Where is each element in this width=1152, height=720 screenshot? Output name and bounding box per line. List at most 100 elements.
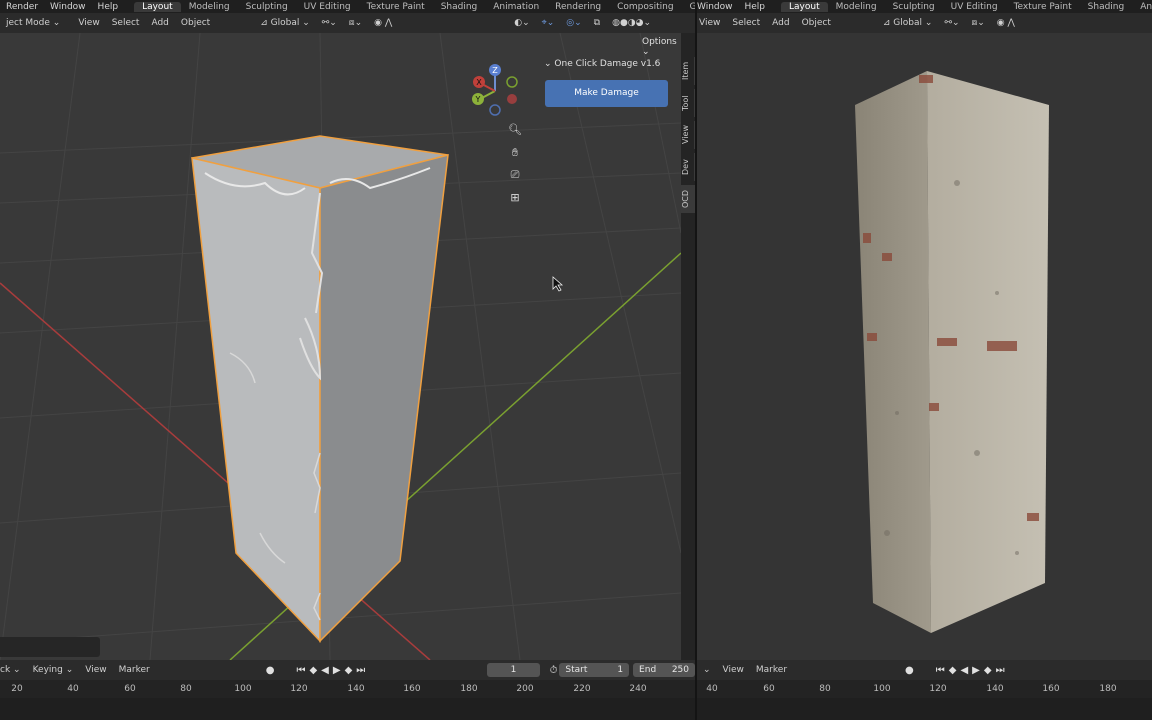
chevron-down-icon: ⌄: [544, 59, 552, 69]
menu-view[interactable]: View: [697, 18, 726, 28]
proportional-edit-icon[interactable]: ◉ ⋀: [368, 18, 398, 28]
left-3d-viewport[interactable]: Z Y X 🔍︎ ✋︎ ⎚ ⊞ Options ⌄ ⌄ One Click Da…: [0, 33, 681, 660]
chevron-down-icon[interactable]: ⌄: [697, 665, 717, 675]
workspace-tab-modeling[interactable]: Modeling: [181, 2, 238, 12]
menu-render[interactable]: Render: [0, 2, 44, 12]
right-top-bar: Window Help Layout Modeling Sculpting UV…: [697, 0, 1152, 13]
workspace-tab-modeling[interactable]: Modeling: [828, 2, 885, 12]
workspace-tab-shading[interactable]: Shading: [433, 2, 486, 12]
mode-dropdown[interactable]: ject Mode ⌄: [0, 18, 66, 28]
camera-icon[interactable]: ⎚: [505, 165, 525, 185]
tab-tool[interactable]: Tool: [681, 89, 695, 117]
frame-tick: 140: [347, 684, 365, 694]
start-value: 1: [617, 665, 624, 675]
menu-object[interactable]: Object: [175, 18, 216, 28]
workspace-tab-shading[interactable]: Shading: [1080, 2, 1133, 12]
snap-icon[interactable]: ⧈⌄: [966, 18, 991, 28]
workspace-tab-layout[interactable]: Layout: [781, 1, 828, 12]
menu-add[interactable]: Add: [766, 18, 795, 28]
workspace-tab-layout[interactable]: Layout: [134, 1, 181, 12]
menu-select[interactable]: Select: [106, 18, 146, 28]
tab-dev[interactable]: Dev: [681, 153, 695, 181]
left-status-bar: [0, 698, 695, 720]
menu-view[interactable]: View: [79, 665, 112, 675]
right-viewport-header: View Select Add Object ⊿ Global ⌄ ⚯⌄ ⧈⌄ …: [697, 13, 1152, 33]
start-frame-field[interactable]: Start 1: [559, 663, 630, 677]
proportional-edit-icon[interactable]: ◉ ⋀: [991, 18, 1021, 28]
menu-window[interactable]: Window: [697, 2, 739, 12]
menu-help[interactable]: Help: [92, 2, 125, 12]
menu-view[interactable]: View: [717, 665, 750, 675]
gizmo-z-label: Z: [492, 66, 498, 75]
jump-start-icon[interactable]: ⏮: [294, 665, 307, 676]
workspace-tab-compositing[interactable]: Compositing: [609, 2, 681, 12]
menu-select[interactable]: Select: [726, 18, 766, 28]
perspective-grid-icon[interactable]: ⊞: [505, 188, 525, 208]
tab-ocd[interactable]: OCD: [681, 185, 695, 213]
workspace-tab-texture-paint[interactable]: Texture Paint: [1006, 2, 1080, 12]
overlays-icon[interactable]: ◎⌄: [560, 18, 587, 28]
orientation-label: Global: [893, 18, 923, 28]
record-icon[interactable]: ●: [264, 665, 277, 676]
workspace-tab-animation[interactable]: Animation: [1132, 2, 1152, 12]
left-timeline-header: ck ⌄ Keying ⌄ View Marker ● ⏮ ◆ ◀ ▶ ◆ ⏭ …: [0, 660, 695, 680]
shading-modes-icon[interactable]: ◍●◑◕⌄: [606, 18, 657, 28]
tab-item[interactable]: Item: [681, 57, 695, 85]
menu-object[interactable]: Object: [796, 18, 837, 28]
transform-orientation-dropdown[interactable]: ⊿ Global ⌄: [254, 18, 316, 28]
next-keyframe-icon[interactable]: ◆: [343, 665, 355, 676]
make-damage-button[interactable]: Make Damage: [545, 80, 668, 107]
prev-keyframe-icon[interactable]: ◆: [307, 665, 319, 676]
last-operator-panel[interactable]: [0, 637, 100, 657]
workspace-tab-sculpting[interactable]: Sculpting: [885, 2, 943, 12]
orientation-icon: ⊿: [882, 18, 891, 28]
menu-help[interactable]: Help: [739, 2, 772, 12]
menu-window[interactable]: Window: [44, 2, 92, 12]
workspace-tab-uv-editing[interactable]: UV Editing: [296, 2, 359, 12]
gizmo-toggle-icon[interactable]: ⌖⌄: [536, 18, 561, 28]
menu-view[interactable]: View: [72, 18, 105, 28]
prev-keyframe-icon[interactable]: ◆: [947, 665, 959, 676]
current-frame-field[interactable]: 1: [487, 663, 540, 677]
pan-hand-icon[interactable]: ✋︎: [505, 143, 525, 163]
play-icon[interactable]: ▶: [970, 665, 982, 676]
frame-tick: 100: [234, 684, 252, 694]
right-timeline-ruler[interactable]: 40 60 80 100 120 140 160 180: [697, 680, 1152, 698]
jump-end-icon[interactable]: ⏭: [354, 665, 367, 676]
playback-dropdown[interactable]: ck ⌄: [0, 665, 27, 675]
play-icon[interactable]: ▶: [331, 665, 343, 676]
visibility-icon[interactable]: ◐⌄: [508, 18, 535, 28]
navigation-gizmo[interactable]: Z Y X: [470, 63, 520, 118]
tab-view[interactable]: View: [681, 121, 695, 149]
menu-marker[interactable]: Marker: [750, 665, 793, 675]
left-timeline-ruler[interactable]: 20 40 60 80 100 120 140 160 180 200 220 …: [0, 680, 695, 698]
record-icon[interactable]: ●: [903, 665, 916, 676]
frame-tick: 240: [629, 684, 647, 694]
frame-tick: 60: [124, 684, 136, 694]
jump-start-icon[interactable]: ⏮: [934, 665, 947, 676]
right-render-viewport[interactable]: [697, 33, 1152, 660]
clock-icon[interactable]: ⏱: [548, 665, 560, 676]
workspace-tab-rendering[interactable]: Rendering: [547, 2, 609, 12]
workspace-tab-sculpting[interactable]: Sculpting: [238, 2, 296, 12]
pivot-icon[interactable]: ⚯⌄: [938, 18, 965, 28]
play-reverse-icon[interactable]: ◀: [958, 665, 970, 676]
xray-icon[interactable]: ⧉: [588, 18, 606, 28]
zoom-icon[interactable]: 🔍︎: [505, 120, 525, 140]
menu-add[interactable]: Add: [145, 18, 174, 28]
pivot-icon[interactable]: ⚯⌄: [316, 18, 343, 28]
play-reverse-icon[interactable]: ◀: [319, 665, 331, 676]
end-frame-field[interactable]: End 250: [633, 663, 695, 677]
left-viewport-header: ject Mode ⌄ View Select Add Object ⊿ Glo…: [0, 13, 695, 33]
next-keyframe-icon[interactable]: ◆: [982, 665, 994, 676]
snap-icon[interactable]: ⧈⌄: [343, 18, 368, 28]
workspace-tab-animation[interactable]: Animation: [485, 2, 547, 12]
workspace-tab-geometry-nodes[interactable]: Geometry Nodes: [682, 2, 695, 12]
transform-orientation-dropdown[interactable]: ⊿ Global ⌄: [877, 18, 939, 28]
keying-dropdown[interactable]: Keying ⌄: [27, 665, 80, 675]
jump-end-icon[interactable]: ⏭: [994, 665, 1007, 676]
workspace-tab-uv-editing[interactable]: UV Editing: [943, 2, 1006, 12]
menu-marker[interactable]: Marker: [113, 665, 156, 675]
workspace-tab-texture-paint[interactable]: Texture Paint: [359, 2, 433, 12]
ocd-panel-header[interactable]: ⌄ One Click Damage v1.6: [544, 59, 660, 69]
